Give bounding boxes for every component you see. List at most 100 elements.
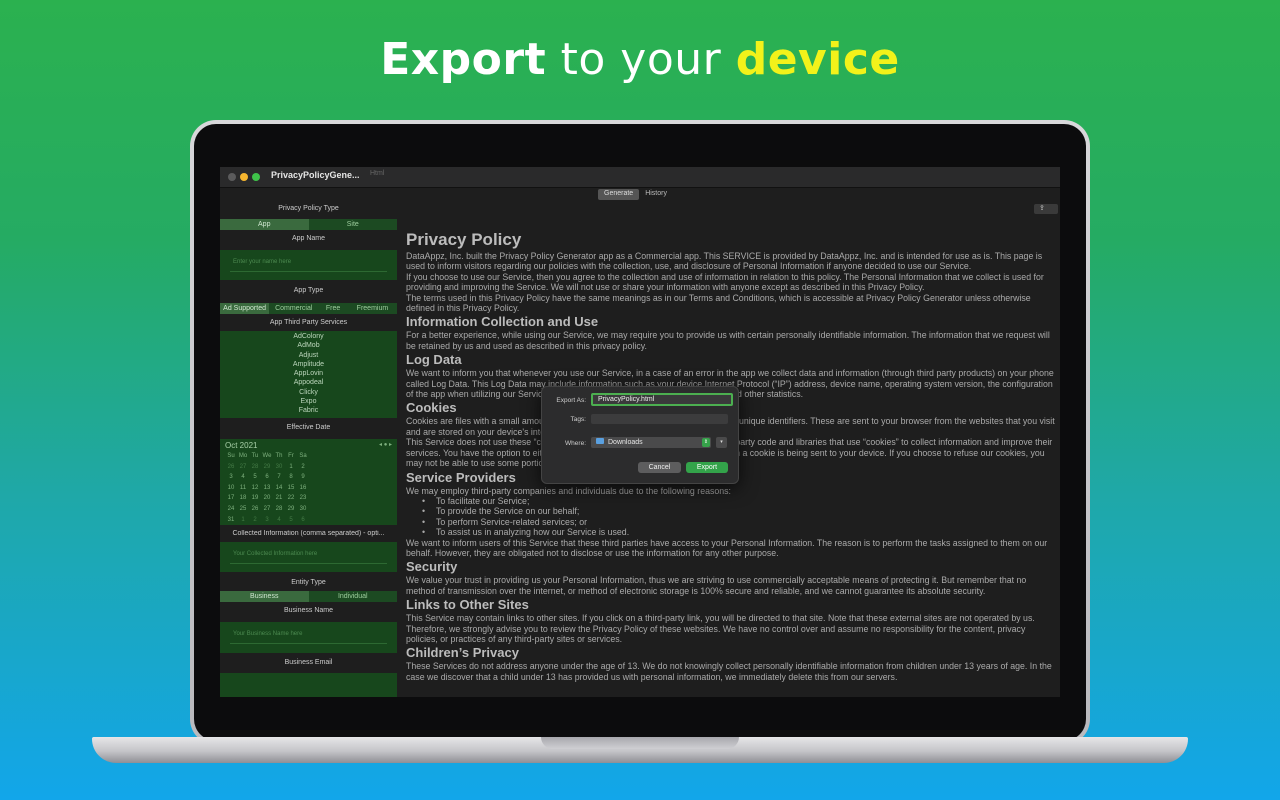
- service-item[interactable]: Fabric: [220, 406, 397, 415]
- tags-label: Tags:: [570, 416, 586, 423]
- service-item[interactable]: Appodeal: [220, 378, 397, 387]
- calendar-day[interactable]: 5: [285, 515, 297, 526]
- policy-type-app[interactable]: App: [220, 219, 309, 230]
- where-label: Where:: [565, 440, 586, 447]
- service-item[interactable]: Expo: [220, 397, 397, 406]
- business-name-label: Business Name: [283, 607, 334, 614]
- calendar-day[interactable]: 10: [225, 483, 237, 494]
- calendar-day[interactable]: 23: [297, 493, 309, 504]
- where-select[interactable]: Downloads ⇕: [591, 437, 711, 448]
- business-name-input[interactable]: Your Business Name here: [230, 631, 387, 644]
- calendar-day[interactable]: 30: [273, 462, 285, 473]
- list-item: To assist us in analyzing how our Servic…: [422, 527, 1056, 538]
- calendar-weekday: Th: [275, 453, 283, 459]
- calendar-day[interactable]: 1: [237, 515, 249, 526]
- service-item[interactable]: AdColony: [220, 332, 397, 341]
- calendar-day[interactable]: 25: [237, 504, 249, 515]
- calendar-day[interactable]: 11: [237, 483, 249, 494]
- calendar-day[interactable]: 31: [225, 515, 237, 526]
- calendar-day[interactable]: 20: [261, 493, 273, 504]
- calendar-weekday: Tu: [251, 453, 259, 459]
- calendar-day[interactable]: 12: [249, 483, 261, 494]
- service-item[interactable]: AdMob: [220, 341, 397, 350]
- date-picker[interactable]: Oct 2021 ◂ ● ▸ Su Mo Tu We Th Fr Sa 26 27 28 29 30 1…: [220, 439, 397, 525]
- calendar-day[interactable]: 18: [237, 493, 249, 504]
- export-as-field[interactable]: PrivacyPolicy.html: [591, 393, 733, 406]
- app-name-input[interactable]: Enter your name here: [230, 259, 387, 272]
- title-bar: PrivacyPolicyGene... Html: [220, 167, 1060, 188]
- calendar-day[interactable]: 16: [297, 483, 309, 494]
- tab-generate[interactable]: Generate: [598, 189, 640, 200]
- list-item: To facilitate our Service;: [422, 496, 1056, 507]
- calendar-day[interactable]: 30: [297, 504, 309, 515]
- service-item[interactable]: AppLovin: [220, 369, 397, 378]
- calendar-nav-arrows[interactable]: ◂ ● ▸: [379, 441, 392, 450]
- service-item[interactable]: Amplitude: [220, 360, 397, 369]
- calendar-day[interactable]: 2: [297, 462, 309, 473]
- calendar-day[interactable]: 21: [273, 493, 285, 504]
- calendar-day[interactable]: 3: [225, 472, 237, 483]
- calendar-day[interactable]: 29: [285, 504, 297, 515]
- cancel-button[interactable]: Cancel: [638, 462, 681, 473]
- business-name-box: Your Business Name here: [220, 622, 397, 653]
- tags-field[interactable]: [591, 414, 728, 424]
- calendar-day[interactable]: 9: [297, 472, 309, 483]
- business-email-box[interactable]: [220, 673, 397, 697]
- minimize-window-button[interactable]: [240, 173, 248, 181]
- export-button[interactable]: Export: [686, 462, 728, 473]
- calendar-day[interactable]: 26: [225, 462, 237, 473]
- calendar-day[interactable]: 26: [249, 504, 261, 515]
- calendar-day[interactable]: 14: [273, 483, 285, 494]
- calendar-day[interactable]: 6: [297, 515, 309, 526]
- calendar-day[interactable]: 7: [273, 472, 285, 483]
- calendar-day[interactable]: 29: [261, 462, 273, 473]
- calendar-day[interactable]: 28: [273, 504, 285, 515]
- laptop-notch: [541, 737, 739, 749]
- calendar-day[interactable]: 8: [285, 472, 297, 483]
- doc-paragraph: The terms used in this Privacy Policy ha…: [406, 292, 1031, 314]
- app-type-freemium[interactable]: Freemium: [348, 303, 397, 314]
- calendar-day[interactable]: 5: [249, 472, 261, 483]
- calendar-weekday: Sa: [299, 453, 307, 459]
- policy-type-site[interactable]: Site: [309, 219, 398, 230]
- calendar-day[interactable]: 15: [285, 483, 297, 494]
- calendar-day[interactable]: 1: [285, 462, 297, 473]
- collected-info-box: Your Collected Information here: [220, 542, 397, 572]
- collected-info-label: Collected Information (comma separated) …: [232, 530, 385, 537]
- calendar-day[interactable]: 4: [237, 472, 249, 483]
- calendar-day[interactable]: 2: [249, 515, 261, 526]
- expand-button[interactable]: ▾: [716, 437, 727, 448]
- calendar-day[interactable]: 24: [225, 504, 237, 515]
- close-window-button[interactable]: [228, 173, 236, 181]
- entity-type-label: Entity Type: [291, 579, 326, 586]
- entity-individual[interactable]: Individual: [309, 591, 398, 602]
- calendar-day[interactable]: 6: [261, 472, 273, 483]
- calendar-day[interactable]: 27: [237, 462, 249, 473]
- mode-tabs: Generate History: [598, 189, 673, 200]
- calendar-day[interactable]: 28: [249, 462, 261, 473]
- window-title: PrivacyPolicyGene...: [271, 170, 360, 180]
- tab-history[interactable]: History: [639, 189, 673, 200]
- calendar-weekday: Su: [227, 453, 235, 459]
- headline-device: device: [735, 34, 900, 85]
- share-button[interactable]: ⇪: [1034, 204, 1058, 214]
- app-name-box: Enter your name here: [220, 250, 397, 280]
- calendar-day[interactable]: 22: [285, 493, 297, 504]
- list-item: To provide the Service on our behalf;: [422, 506, 1056, 517]
- calendar-day[interactable]: 27: [261, 504, 273, 515]
- app-type-commercial[interactable]: Commercial: [269, 303, 318, 314]
- calendar-day[interactable]: 4: [273, 515, 285, 526]
- collected-info-input[interactable]: Your Collected Information here: [230, 551, 387, 564]
- calendar-day[interactable]: 17: [225, 493, 237, 504]
- app-type-ad-supported[interactable]: Ad Supported: [220, 303, 270, 314]
- calendar-day[interactable]: 3: [261, 515, 273, 526]
- service-item[interactable]: Clicky: [220, 388, 397, 397]
- service-item[interactable]: Adjust: [220, 351, 397, 360]
- app-type-free[interactable]: Free: [318, 303, 348, 314]
- entity-business[interactable]: Business: [220, 591, 309, 602]
- zoom-window-button[interactable]: [252, 173, 260, 181]
- calendar-day[interactable]: 19: [249, 493, 261, 504]
- calendar-day[interactable]: 13: [261, 483, 273, 494]
- share-icon: ⇪: [1039, 205, 1045, 212]
- providers-list: To facilitate our Service; To provide th…: [406, 496, 1056, 538]
